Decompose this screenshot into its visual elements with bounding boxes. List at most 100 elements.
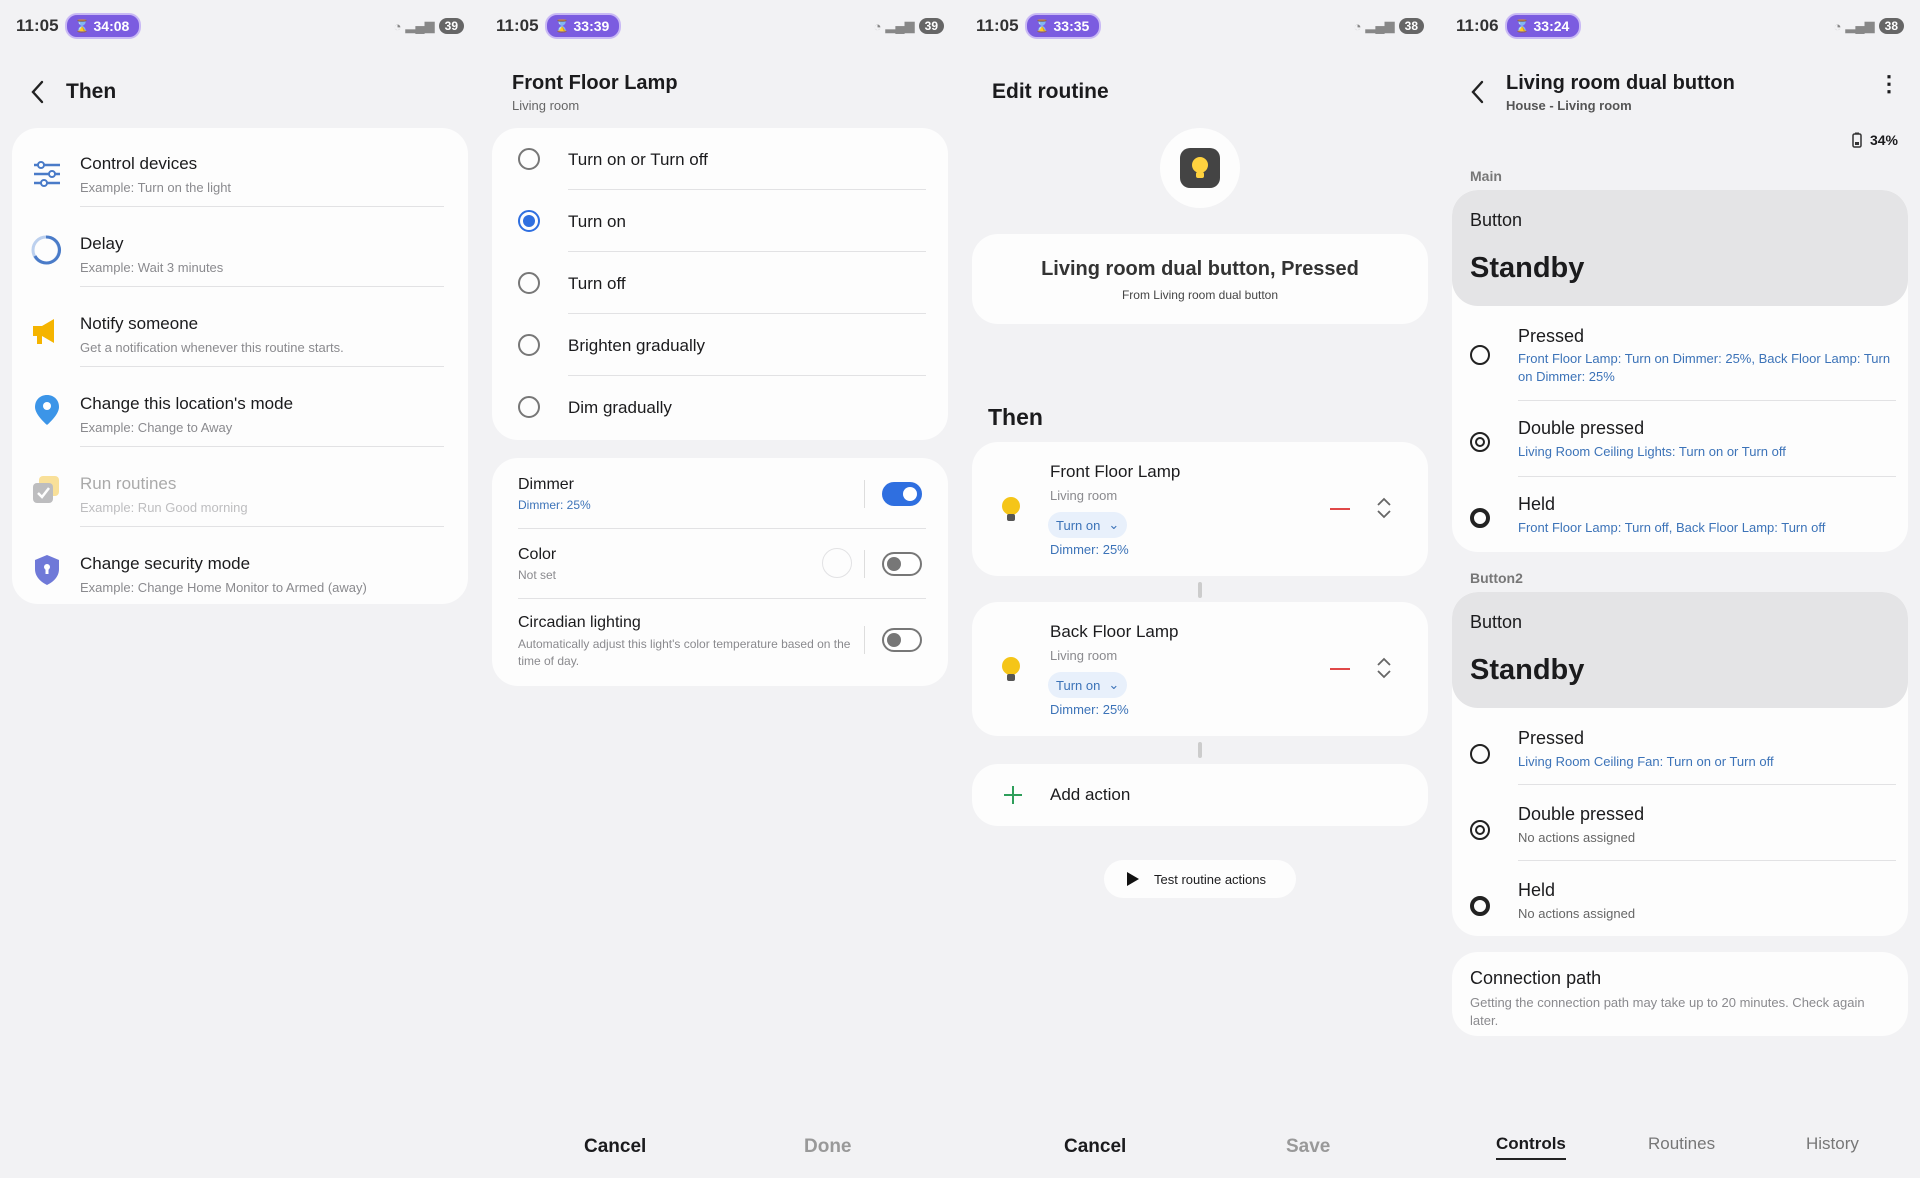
radio-button[interactable] <box>518 148 540 170</box>
reorder-icon[interactable] <box>1376 496 1392 520</box>
option-label: Turn on <box>568 212 626 231</box>
item-subtitle: Example: Run Good morning <box>80 500 248 515</box>
remove-icon[interactable] <box>1330 508 1350 510</box>
radio-button[interactable] <box>518 396 540 418</box>
action-dropdown[interactable]: Turn on ⌄ <box>1048 512 1128 538</box>
chevron-down-icon: ⌄ <box>1108 677 1120 692</box>
tab-history[interactable]: History <box>1806 1134 1859 1154</box>
button-status-header: Button Standby <box>1452 592 1908 708</box>
color-toggle[interactable] <box>882 552 922 576</box>
page-title: Front Floor Lamp <box>512 72 678 94</box>
trigger-card[interactable]: Living room dual button, Pressed From Li… <box>972 234 1428 324</box>
save-button[interactable]: Save <box>1286 1136 1330 1158</box>
item-subtitle: Example: Turn on the light <box>80 180 232 195</box>
setting-color[interactable]: Color Not set <box>492 528 948 598</box>
signal-icon: ▂▄▆ <box>885 18 915 33</box>
shield-icon <box>35 555 59 585</box>
entry-detail: No actions assigned <box>1518 906 1636 921</box>
location-pin-icon <box>35 395 59 425</box>
item-subtitle: Get a notification whenever this routine… <box>80 340 344 355</box>
option-dim-gradually[interactable]: Dim gradually <box>492 376 948 438</box>
list-item-notify-someone[interactable]: Notify someone Get a notification whenev… <box>12 302 468 370</box>
pressed-icon <box>1470 345 1490 365</box>
hourglass-icon: ⌛ <box>1514 19 1530 33</box>
divider <box>1518 860 1896 861</box>
back-button[interactable] <box>28 78 48 106</box>
held-icon <box>1470 896 1490 916</box>
list-item-control-devices[interactable]: Control devices Example: Turn on the lig… <box>12 142 468 210</box>
entry-pressed[interactable]: Pressed Living Room Ceiling Fan: Turn on… <box>1452 722 1908 782</box>
back-button[interactable] <box>1468 78 1488 106</box>
entry-held[interactable]: Held No actions assigned <box>1452 874 1908 934</box>
list-item-change-security-mode[interactable]: Change security mode Example: Change Hom… <box>12 542 468 610</box>
separator <box>864 626 865 654</box>
connection-path-card[interactable]: Connection path Getting the connection p… <box>1452 952 1908 1036</box>
radio-button[interactable] <box>518 334 540 356</box>
list-item-change-mode[interactable]: Change this location's mode Example: Cha… <box>12 382 468 450</box>
option-turn-on-or-off[interactable]: Turn on or Turn off <box>492 128 948 190</box>
panel-edit-routine: 11:05 ⌛ 33:35 ◔ ▂▄▆ 38 Edit routine Living … <box>960 0 1440 1178</box>
button-label: Button <box>1470 612 1523 632</box>
then-section-label: Then <box>988 404 1043 430</box>
item-subtitle: Example: Wait 3 minutes <box>80 260 224 275</box>
add-action-button[interactable]: Add action <box>972 764 1428 826</box>
routine-icon-button[interactable] <box>1160 128 1240 208</box>
radio-button-selected[interactable] <box>518 210 540 232</box>
signal-icon: ▂▄▆ <box>405 18 435 33</box>
option-brighten-gradually[interactable]: Brighten gradually <box>492 314 948 376</box>
tab-routines[interactable]: Routines <box>1648 1134 1715 1154</box>
action-dropdown[interactable]: Turn on ⌄ <box>1048 672 1128 698</box>
list-item-run-routines[interactable]: Run routines Example: Run Good morning <box>12 462 468 530</box>
cancel-button[interactable]: Cancel <box>1064 1136 1126 1158</box>
circadian-toggle[interactable] <box>882 628 922 652</box>
status-time: 11:05 <box>496 16 539 35</box>
entry-double-pressed[interactable]: Double pressed Living Room Ceiling Light… <box>1452 412 1908 472</box>
status-time: 11:05 <box>976 16 1019 35</box>
tab-indicator <box>1496 1158 1566 1160</box>
done-button[interactable]: Done <box>804 1136 852 1158</box>
dimmer-toggle[interactable] <box>882 482 922 506</box>
setting-subtitle: Automatically adjust this light's color … <box>518 637 851 668</box>
page-subtitle: House - Living room <box>1506 98 1632 113</box>
hourglass-icon: ⌛ <box>74 19 90 33</box>
option-turn-off[interactable]: Turn off <box>492 252 948 314</box>
item-title: Delay <box>80 234 124 253</box>
more-options-icon[interactable]: ⋮ <box>1878 73 1900 95</box>
color-swatch[interactable] <box>822 548 852 578</box>
add-action-label: Add action <box>1050 785 1131 804</box>
action-card-front-floor-lamp[interactable]: Front Floor Lamp Living room Turn on ⌄ Di… <box>972 442 1428 576</box>
main-button-card: Button Standby Pressed Front Floor Lamp:… <box>1452 190 1908 552</box>
hourglass-icon: ⌛ <box>1034 19 1050 33</box>
list-item-delay[interactable]: Delay Example: Wait 3 minutes <box>12 222 468 290</box>
option-label: Turn on or Turn off <box>568 150 708 169</box>
tab-label: Controls <box>1496 1134 1566 1153</box>
divider <box>1518 400 1896 401</box>
action-card-back-floor-lamp[interactable]: Back Floor Lamp Living room Turn on ⌄ Dim… <box>972 602 1428 736</box>
device-room: Living room <box>1050 488 1118 503</box>
entry-pressed[interactable]: Pressed Front Floor Lamp: Turn on Dimmer… <box>1452 320 1908 396</box>
connector <box>1198 582 1202 598</box>
cancel-button[interactable]: Cancel <box>584 1136 646 1158</box>
entry-held[interactable]: Held Front Floor Lamp: Turn off, Back Fl… <box>1452 488 1908 548</box>
chevron-left-icon <box>1471 80 1484 104</box>
timer-icon <box>31 235 62 265</box>
pressed-icon <box>1470 744 1490 764</box>
radio-button[interactable] <box>518 272 540 294</box>
test-routine-button[interactable]: Test routine actions <box>1104 860 1296 898</box>
button-status-header: Button Standby <box>1452 190 1908 306</box>
tab-controls[interactable]: Controls <box>1496 1134 1566 1160</box>
entry-title: Held <box>1518 494 1556 514</box>
item-subtitle: Example: Change to Away <box>80 420 233 435</box>
divider <box>80 526 444 527</box>
item-subtitle: Example: Change Home Monitor to Armed (a… <box>80 580 367 595</box>
reorder-icon[interactable] <box>1376 656 1392 680</box>
status-time: 11:05 <box>16 16 59 35</box>
divider <box>80 446 444 447</box>
option-turn-on[interactable]: Turn on <box>492 190 948 252</box>
remove-icon[interactable] <box>1330 668 1350 670</box>
entry-double-pressed[interactable]: Double pressed No actions assigned <box>1452 798 1908 858</box>
screen-timer: ⌛ 34:08 <box>64 13 142 39</box>
timer-value: 34:08 <box>93 18 130 34</box>
setting-dimmer[interactable]: Dimmer Dimmer: 25% <box>492 458 948 528</box>
setting-circadian-lighting[interactable]: Circadian lighting Automatically adjust … <box>492 598 948 686</box>
